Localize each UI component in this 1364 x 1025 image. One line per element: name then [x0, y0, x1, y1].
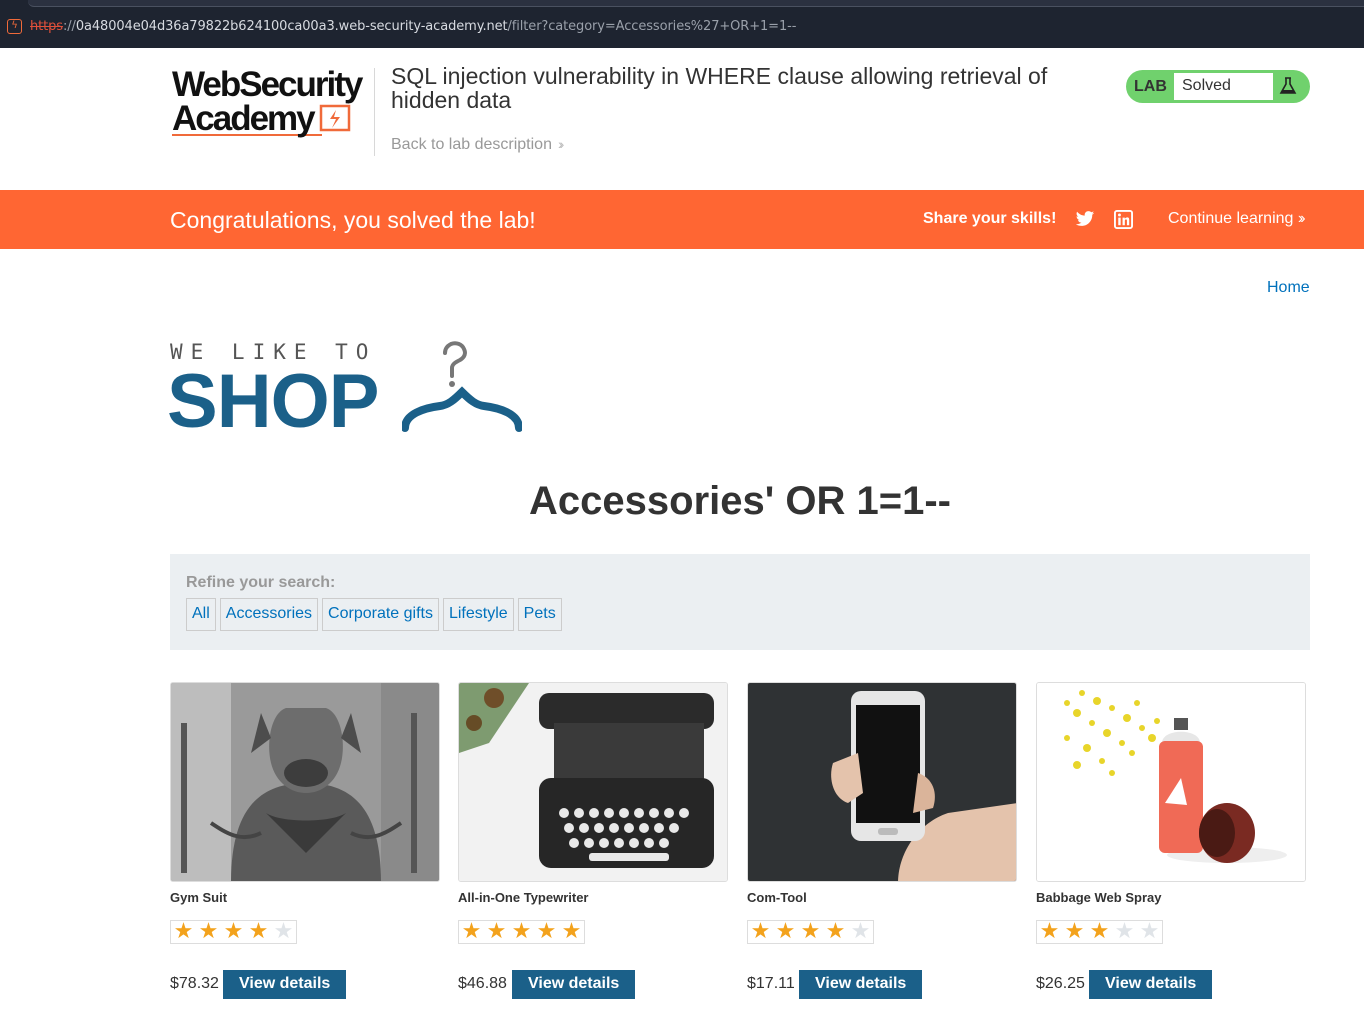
share-skills-label: Share your skills! — [923, 210, 1057, 227]
page-title: Accessories' OR 1=1-- — [529, 479, 951, 523]
lab-status-widget: LAB Solved — [1126, 70, 1310, 103]
typewriter-illustration — [459, 683, 727, 881]
product-price: $46.88 — [458, 975, 507, 992]
url-path: /filter?category=Accessories%27+OR+1=1-- — [507, 19, 797, 34]
product-image-com-tool — [747, 682, 1017, 882]
product-rating: ★ ★ ★ ★ ★ — [458, 920, 585, 944]
logo-line1: WebSecurity — [172, 65, 363, 104]
product-rating: ★ ★ ★ ★ ★ — [1036, 920, 1163, 944]
star-filled-icon: ★ — [775, 919, 796, 944]
lab-state-box: Solved — [1174, 73, 1273, 100]
category-filter-all[interactable]: All — [186, 598, 216, 631]
browser-tab-strip — [28, 0, 1364, 7]
star-filled-icon: ★ — [198, 919, 219, 944]
category-filter-list: All Accessories Corporate gifts Lifestyl… — [186, 598, 562, 631]
lab-badge: LAB — [1134, 78, 1167, 95]
star-filled-icon: ★ — [825, 919, 846, 944]
star-filled-icon: ★ — [173, 919, 194, 944]
linkedin-icon[interactable] — [1114, 210, 1133, 229]
star-filled-icon: ★ — [800, 919, 821, 944]
category-filter-accessories[interactable]: Accessories — [219, 598, 319, 631]
url-field[interactable]: https://0a48004e04d36a79822b624100ca00a3… — [30, 19, 796, 34]
product-card: Gym Suit ★ ★ ★ ★ ★ $78.32 View details — [170, 682, 440, 1002]
site-favicon-icon: ϟ — [7, 19, 22, 34]
home-link[interactable]: Home — [1267, 279, 1310, 297]
back-link-label: Back to lab description — [391, 136, 552, 153]
product-grid: Gym Suit ★ ★ ★ ★ ★ $78.32 View details A… — [170, 682, 1310, 1002]
star-empty-icon: ★ — [273, 919, 294, 944]
product-card: Com-Tool ★ ★ ★ ★ ★ $17.11 View details — [747, 682, 1017, 1002]
star-empty-icon: ★ — [850, 919, 871, 944]
star-filled-icon: ★ — [536, 919, 557, 944]
logo-line2: Academy — [172, 99, 316, 138]
product-name: All-in-One Typewriter — [458, 890, 589, 905]
lab-solved-banner: Congratulations, you solved the lab! Sha… — [0, 190, 1364, 249]
star-empty-icon: ★ — [1139, 919, 1160, 944]
flask-icon — [1279, 77, 1297, 94]
continue-learning-link[interactable]: Continue learning ›› — [1168, 210, 1305, 228]
header-divider — [374, 68, 375, 156]
lab-status-text: Solved — [1182, 77, 1231, 94]
double-chevron-right-icon: ›› — [1297, 210, 1305, 227]
star-filled-icon: ★ — [461, 919, 482, 944]
product-price: $17.11 — [747, 975, 795, 992]
category-filter-lifestyle[interactable]: Lifestyle — [442, 598, 514, 631]
hand-holding-phone-illustration — [748, 683, 1016, 881]
star-filled-icon: ★ — [561, 919, 582, 944]
product-rating: ★ ★ ★ ★ ★ — [747, 920, 874, 944]
continue-learning-label: Continue learning — [1168, 210, 1294, 227]
refine-search-label: Refine your search: — [186, 574, 336, 591]
congrats-message: Congratulations, you solved the lab! — [170, 207, 536, 233]
star-filled-icon: ★ — [248, 919, 269, 944]
double-chevron-right-icon: ›› — [557, 136, 565, 152]
hanger-icon — [402, 341, 522, 432]
twitter-icon[interactable] — [1075, 209, 1095, 229]
logo-mark-icon — [319, 104, 350, 132]
filter-panel: Refine your search: All Accessories Corp… — [170, 554, 1310, 650]
product-image-web-spray — [1036, 682, 1306, 882]
product-name: Babbage Web Spray — [1036, 890, 1162, 905]
category-filter-corporate-gifts[interactable]: Corporate gifts — [322, 598, 439, 631]
product-image-typewriter — [458, 682, 728, 882]
product-rating: ★ ★ ★ ★ ★ — [170, 920, 297, 944]
shop-logo: WE LIKE TO SHOP — [167, 340, 530, 444]
bulldog-bodybuilder-illustration — [171, 683, 439, 881]
url-host: 0a48004e04d36a79822b624100ca00a3.web-sec… — [75, 19, 508, 34]
product-name: Gym Suit — [170, 890, 228, 905]
product-name: Com-Tool — [747, 890, 807, 905]
url-separator: :// — [62, 19, 76, 34]
star-filled-icon: ★ — [511, 919, 532, 944]
star-empty-icon: ★ — [1114, 919, 1135, 944]
product-card: Babbage Web Spray ★ ★ ★ ★ ★ $26.25 View deta… — [1036, 682, 1306, 1002]
url-protocol: https — [30, 19, 63, 34]
view-details-button[interactable]: View details — [799, 970, 923, 999]
back-to-lab-description-link[interactable]: Back to lab description ›› — [391, 136, 565, 154]
academy-logo[interactable]: WebSecurity Academy — [172, 65, 372, 138]
star-filled-icon: ★ — [486, 919, 507, 944]
spray-can-illustration — [1037, 683, 1305, 881]
product-price: $26.25 — [1036, 975, 1085, 992]
product-image-gym-suit — [170, 682, 440, 882]
star-filled-icon: ★ — [750, 919, 771, 944]
shop-logo-word: SHOP — [167, 359, 379, 444]
category-filter-pets[interactable]: Pets — [517, 598, 562, 631]
star-filled-icon: ★ — [223, 919, 244, 944]
star-filled-icon: ★ — [1039, 919, 1060, 944]
lab-title: SQL injection vulnerability in WHERE cla… — [391, 63, 1048, 113]
view-details-button[interactable]: View details — [223, 970, 347, 999]
browser-url-bar: ϟ https://0a48004e04d36a79822b624100ca00… — [0, 0, 1364, 48]
product-card: All-in-One Typewriter ★ ★ ★ ★ ★ $46.88 View … — [458, 682, 728, 1002]
view-details-button[interactable]: View details — [512, 970, 636, 999]
view-details-button[interactable]: View details — [1089, 970, 1213, 999]
product-price: $78.32 — [170, 975, 219, 992]
star-filled-icon: ★ — [1064, 919, 1085, 944]
academy-header: WebSecurity Academy SQL injection vulner… — [0, 48, 1364, 190]
star-filled-icon: ★ — [1089, 919, 1110, 944]
logo-line2-row: Academy — [172, 99, 372, 138]
